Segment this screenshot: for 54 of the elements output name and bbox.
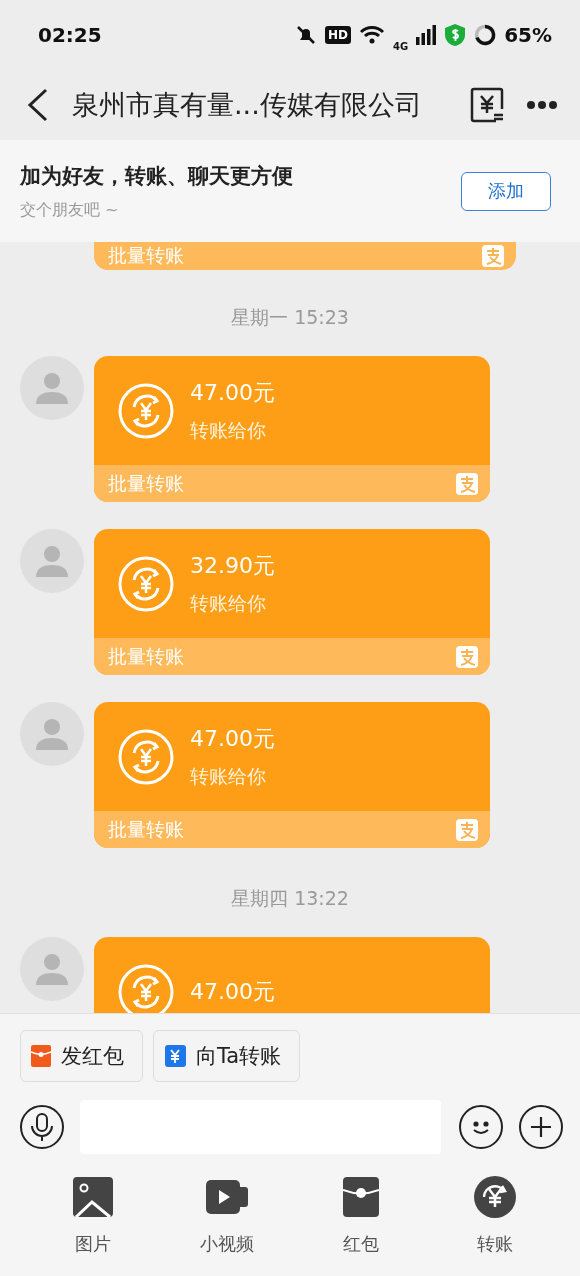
footer-label: 批量转账: [108, 243, 184, 268]
quick-action-button[interactable]: 发红包: [20, 1030, 143, 1082]
envelope-icon: [31, 1045, 51, 1067]
transfer-icon: [474, 1176, 516, 1218]
payment-logo-icon: [482, 245, 504, 267]
add-friend-button[interactable]: 添加: [461, 171, 551, 211]
video-icon: [206, 1180, 248, 1214]
plus-icon: [529, 1115, 553, 1139]
tool-button[interactable]: 转账: [428, 1176, 562, 1256]
shield-icon: [444, 23, 467, 47]
payment-logo-icon: [456, 472, 478, 495]
hd-badge: HD: [324, 26, 351, 44]
image-icon: [73, 1177, 113, 1217]
emoji-button[interactable]: [459, 1105, 503, 1149]
transfer-icon: [118, 728, 174, 785]
network-type: 4G: [392, 42, 409, 52]
payment-logo-icon: [456, 818, 478, 841]
battery-percent: 65%: [504, 23, 552, 47]
chat-title: 泉州市真有量...传媒有限公司: [72, 88, 423, 122]
transfer-icon: [118, 555, 174, 612]
transfer-note: 转账给你: [190, 417, 267, 443]
transfer-note: 转账给你: [190, 590, 267, 616]
microphone-icon: [30, 1112, 54, 1142]
timestamp: 星期一 15:23: [231, 306, 349, 328]
receipt-icon: [470, 87, 506, 123]
signal-icon: [416, 25, 437, 45]
timestamp: 星期四 13:22: [231, 887, 349, 909]
add-button[interactable]: [519, 1105, 563, 1149]
battery-ring-icon: [474, 24, 497, 46]
wifi-icon: [358, 25, 385, 45]
bell-muted-icon: [294, 24, 317, 46]
banner-title: 加为好友，转账、聊天更方便: [20, 162, 294, 190]
footer-label: 批量转账: [108, 816, 184, 842]
transfer-icon: [164, 1045, 186, 1067]
footer-label: 批量转账: [108, 643, 184, 669]
banner-subtitle: 交个朋友吧 ~: [20, 199, 120, 221]
tool-button[interactable]: 小视频: [160, 1176, 294, 1256]
payment-logo-icon: [456, 645, 478, 668]
clock-time: 02:25: [38, 23, 102, 47]
transfer-icon: [118, 382, 174, 439]
more-button[interactable]: [526, 100, 558, 110]
transfer-amount: 47.00元: [190, 378, 275, 407]
bill-button[interactable]: [470, 87, 506, 123]
tool-button[interactable]: 图片: [26, 1176, 160, 1256]
quick-action-button[interactable]: 向Ta转账: [153, 1030, 301, 1082]
footer-label: 批量转账: [108, 470, 184, 496]
transfer-amount: 47.00元: [190, 724, 275, 753]
tool-button[interactable]: 红包: [294, 1176, 428, 1256]
transfer-amount: 32.90元: [190, 551, 275, 580]
voice-button[interactable]: [20, 1105, 64, 1149]
more-icon: [526, 100, 558, 110]
transfer-note: 转账给你: [190, 763, 267, 789]
transfer-amount: 47.00元: [190, 977, 275, 1006]
envelope-icon: [343, 1177, 379, 1217]
